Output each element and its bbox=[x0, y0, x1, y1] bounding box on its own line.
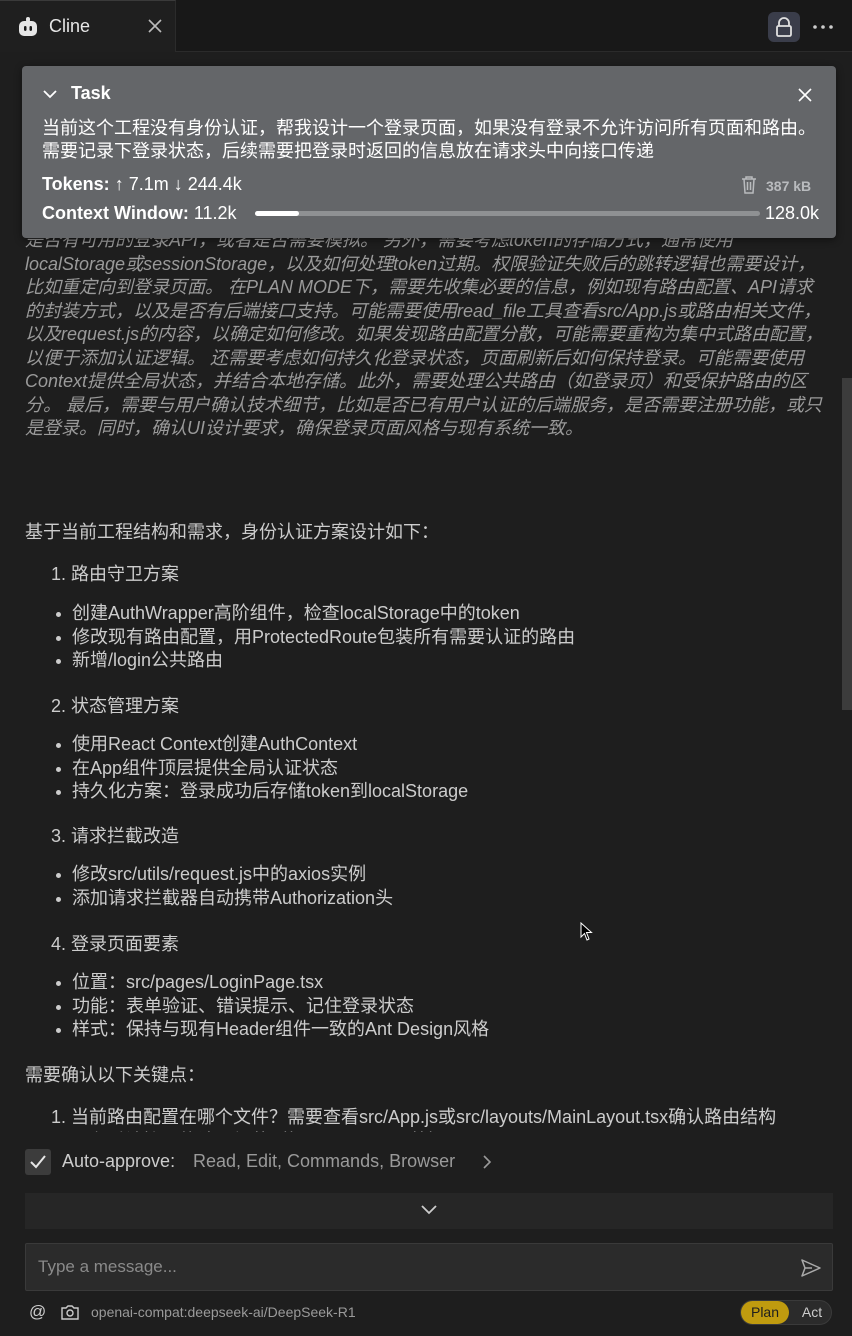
context-window-row: Context Window: 11.2k bbox=[42, 203, 237, 224]
confirm-item: 1. 当前路由配置在哪个文件？需要查看src/App.js或src/layout… bbox=[51, 1107, 777, 1127]
tokens-label: Tokens: bbox=[42, 174, 110, 194]
section-list: 修改src/utils/request.js中的axios实例 添加请求拦截器自… bbox=[25, 863, 393, 910]
message-placeholder: Type a message... bbox=[38, 1257, 177, 1276]
list-item: 持久化方案：登录成功后存储token到localStorage bbox=[25, 780, 468, 804]
model-selector[interactable]: openai-compat:deepseek-ai/DeepSeek-R1 bbox=[91, 1304, 356, 1320]
camera-icon[interactable] bbox=[61, 1304, 79, 1320]
auto-approve-value[interactable]: Read, Edit, Commands, Browser bbox=[193, 1151, 455, 1172]
close-icon[interactable] bbox=[797, 87, 813, 103]
mode-toggle[interactable]: Plan Act bbox=[740, 1300, 832, 1325]
lock-button[interactable] bbox=[768, 12, 800, 42]
mode-act[interactable]: Act bbox=[795, 1301, 829, 1324]
list-item: 样式：保持与现有Header组件一致的Ant Design风格 bbox=[25, 1018, 489, 1042]
close-icon[interactable] bbox=[146, 17, 164, 35]
chevron-down-icon bbox=[421, 1205, 437, 1215]
context-used: 11.2k bbox=[193, 203, 237, 223]
tab-cline[interactable]: Cline bbox=[0, 0, 176, 52]
mouse-cursor-icon bbox=[580, 922, 593, 941]
section-title: 4. 登录页面要素 bbox=[51, 934, 180, 954]
section-title: 3. 请求拦截改造 bbox=[51, 826, 180, 846]
section-list: 位置：src/pages/LoginPage.tsx 功能：表单验证、错误提示、… bbox=[25, 971, 489, 1042]
scrollbar[interactable] bbox=[842, 378, 852, 710]
auto-approve-label[interactable]: Auto-approve: bbox=[62, 1151, 175, 1172]
thinking-text: 是否有可用的登录API，或者是否需要模拟。 另外，需要考虑token的存储方式，… bbox=[25, 229, 825, 441]
trash-icon[interactable] bbox=[740, 175, 758, 195]
response-intro: 基于当前工程结构和需求，身份认证方案设计如下： bbox=[25, 522, 439, 542]
list-item: 在App组件顶层提供全局认证状态 bbox=[25, 757, 468, 781]
message-input[interactable]: Type a message... bbox=[25, 1243, 833, 1291]
confirm-intro: 需要确认以下关键点： bbox=[25, 1065, 205, 1085]
list-item: 新增/login公共路由 bbox=[25, 649, 575, 673]
list-item: 功能：表单验证、错误提示、记住登录状态 bbox=[25, 995, 489, 1019]
section-list: 使用React Context创建AuthContext 在App组件顶层提供全… bbox=[25, 733, 468, 804]
tab-bar: Cline bbox=[0, 0, 852, 52]
list-item: 修改现有路由配置，用ProtectedRoute包装所有需要认证的路由 bbox=[25, 626, 575, 650]
more-icon[interactable] bbox=[812, 16, 834, 38]
list-item: 位置：src/pages/LoginPage.tsx bbox=[25, 971, 489, 995]
section-title: 1. 路由守卫方案 bbox=[51, 564, 180, 584]
tokens-out: ↓ 244.4k bbox=[173, 174, 242, 194]
task-label: Task bbox=[71, 83, 111, 103]
task-text: 当前这个工程没有身份认证，帮我设计一个登录页面，如果没有登录不允许访问所有页面和… bbox=[42, 118, 816, 161]
mode-plan[interactable]: Plan bbox=[741, 1301, 789, 1324]
lock-icon bbox=[776, 17, 792, 37]
task-size: 387 kB bbox=[766, 178, 812, 194]
scroll-to-bottom-button[interactable] bbox=[25, 1193, 833, 1229]
tab-title: Cline bbox=[49, 16, 91, 36]
list-item: 添加请求拦截器自动携带Authorization头 bbox=[25, 887, 393, 911]
auto-approve-checkbox[interactable] bbox=[25, 1149, 51, 1175]
thinking-body: 是否有可用的登录API，或者是否需要模拟。 另外，需要考虑token的存储方式，… bbox=[25, 230, 824, 438]
tokens-in: ↑ 7.1m bbox=[114, 174, 169, 194]
list-item: 修改src/utils/request.js中的axios实例 bbox=[25, 863, 393, 887]
context-progress-fill bbox=[255, 211, 300, 216]
list-item: 使用React Context创建AuthContext bbox=[25, 733, 468, 757]
context-label: Context Window: bbox=[42, 203, 189, 223]
chevron-right-icon[interactable] bbox=[480, 1154, 494, 1170]
section-list: 创建AuthWrapper高阶组件，检查localStorage中的token … bbox=[25, 602, 575, 673]
tokens-row: Tokens: ↑ 7.1m ↓ 244.4k bbox=[42, 174, 242, 195]
task-card[interactable]: Task 当前这个工程没有身份认证，帮我设计一个登录页面，如果没有登录不允许访问… bbox=[22, 66, 836, 238]
list-item: 创建AuthWrapper高阶组件，检查localStorage中的token bbox=[25, 602, 575, 626]
context-max: 128.0k bbox=[765, 203, 820, 223]
robot-icon bbox=[19, 17, 37, 36]
send-icon[interactable] bbox=[800, 1257, 822, 1279]
chevron-down-icon[interactable] bbox=[42, 86, 58, 102]
section-title: 2. 状态管理方案 bbox=[51, 696, 180, 716]
context-progress-bar bbox=[255, 211, 760, 216]
mention-button[interactable]: @ bbox=[29, 1302, 46, 1322]
check-icon bbox=[30, 1155, 46, 1169]
